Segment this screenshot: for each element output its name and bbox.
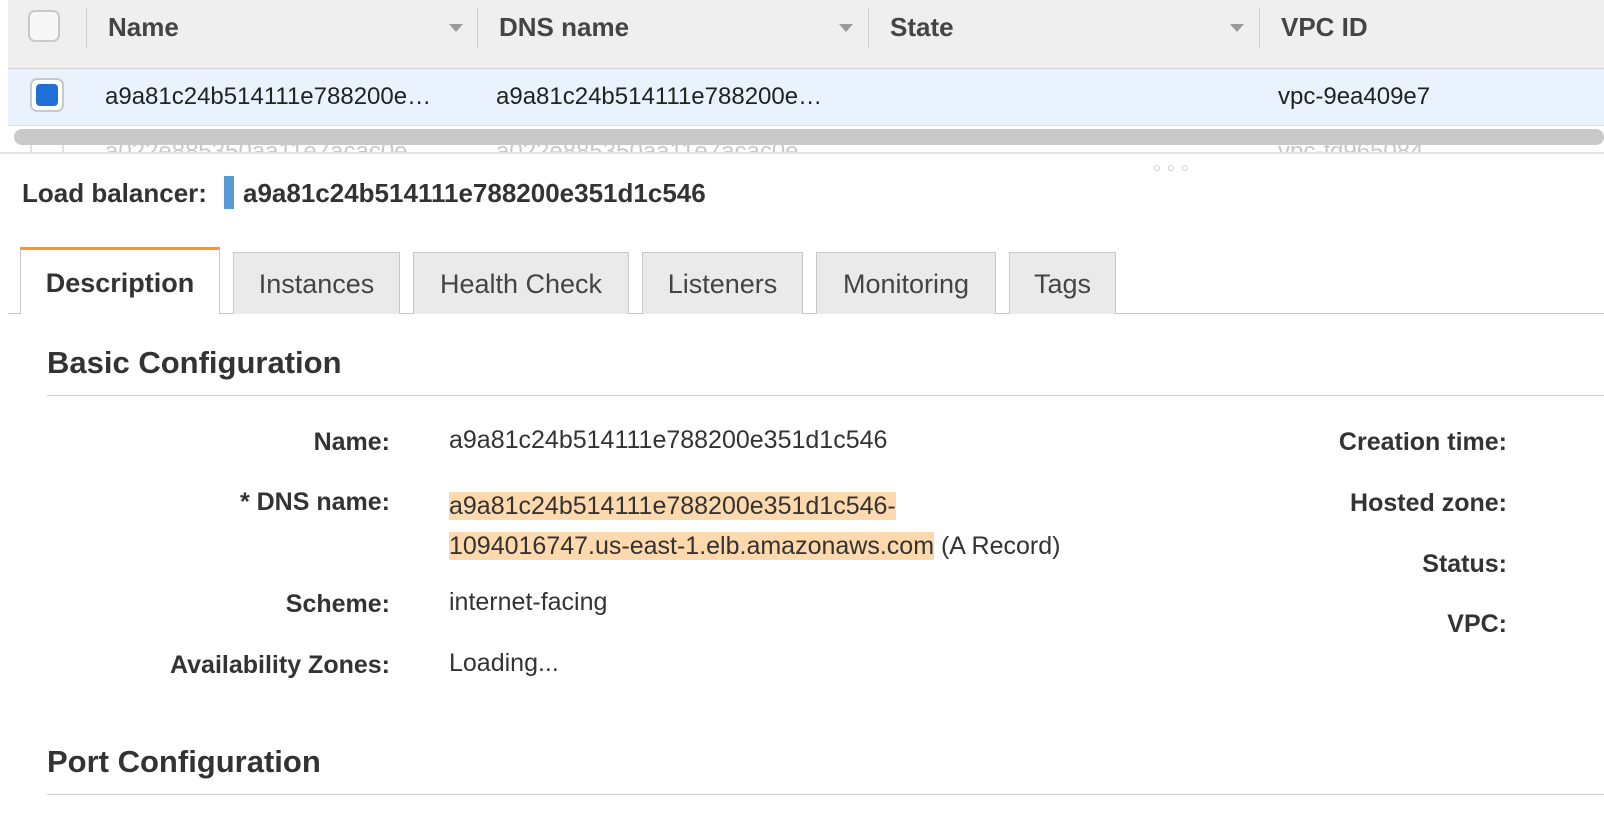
cell-name: a9a81c24b514111e788200e… bbox=[105, 83, 432, 110]
column-header-name[interactable]: Name bbox=[108, 12, 179, 43]
value-availability-zones: Loading... bbox=[449, 649, 559, 677]
label-vpc: VPC: bbox=[1447, 610, 1507, 638]
value-name: a9a81c24b514111e788200e351d1c546 bbox=[449, 426, 888, 454]
section-heading-basic-configuration: Basic Configuration bbox=[47, 345, 342, 380]
detail-title-value: a9a81c24b514111e788200e351d1c546 bbox=[243, 178, 706, 208]
label-status: Status: bbox=[1422, 550, 1507, 578]
cell-vpc-id: vpc-9ea409e7 bbox=[1278, 83, 1431, 110]
horizontal-scrollbar[interactable] bbox=[14, 129, 1604, 145]
section-divider bbox=[47, 395, 1604, 396]
section-divider bbox=[47, 794, 1604, 795]
tab-monitoring[interactable]: Monitoring bbox=[816, 252, 996, 314]
tab-health-check[interactable]: Health Check bbox=[413, 252, 629, 314]
column-separator bbox=[86, 8, 87, 48]
tab-tags[interactable]: Tags bbox=[1009, 252, 1116, 314]
column-separator bbox=[477, 8, 478, 48]
dns-name-line-1: a9a81c24b514111e788200e351d1c546- bbox=[449, 492, 896, 520]
pane-divider[interactable] bbox=[0, 152, 1604, 154]
detail-title-label: Load balancer: bbox=[22, 178, 207, 208]
dns-name-line-2: 1094016747.us-east-1.elb.amazonaws.com bbox=[449, 532, 935, 560]
label-name: Name: bbox=[313, 428, 390, 456]
column-separator bbox=[868, 8, 869, 48]
section-heading-port-configuration: Port Configuration bbox=[47, 744, 321, 779]
cell-dns-name: a9a81c24b514111e788200e… bbox=[496, 83, 823, 110]
select-all-checkbox[interactable] bbox=[28, 10, 60, 42]
value-scheme: internet-facing bbox=[449, 588, 608, 616]
tab-instances[interactable]: Instances bbox=[233, 252, 400, 314]
table-row-selected[interactable]: a9a81c24b514111e788200e… a9a81c24b514111… bbox=[8, 69, 1604, 126]
column-separator bbox=[1259, 8, 1260, 48]
column-header-state[interactable]: State bbox=[890, 12, 954, 43]
label-creation-time: Creation time: bbox=[1338, 428, 1507, 456]
tab-listeners[interactable]: Listeners bbox=[642, 252, 803, 314]
label-availability-zones: Availability Zones: bbox=[170, 651, 390, 679]
checkbox-checked-mark bbox=[36, 84, 58, 106]
label-scheme: Scheme: bbox=[285, 590, 390, 618]
value-dns-name: a9a81c24b514111e788200e351d1c546- 109401… bbox=[449, 486, 1060, 566]
dns-record-type: (A Record) bbox=[940, 532, 1061, 560]
label-hosted-zone: Hosted zone: bbox=[1350, 489, 1507, 517]
title-marker bbox=[224, 176, 234, 209]
tab-description[interactable]: Description bbox=[20, 247, 220, 314]
table-header: Name DNS name State VPC ID bbox=[8, 0, 1604, 69]
label-dns-name: * DNS name: bbox=[239, 488, 390, 516]
column-header-dns-name[interactable]: DNS name bbox=[499, 12, 629, 43]
column-header-vpc-id[interactable]: VPC ID bbox=[1281, 12, 1368, 43]
sort-caret-icon[interactable] bbox=[839, 24, 853, 32]
row-checkbox[interactable] bbox=[30, 78, 64, 112]
resize-grip-icon[interactable]: ○○○ bbox=[1153, 160, 1195, 175]
sort-caret-icon[interactable] bbox=[1230, 24, 1244, 32]
sort-caret-icon[interactable] bbox=[449, 24, 463, 32]
